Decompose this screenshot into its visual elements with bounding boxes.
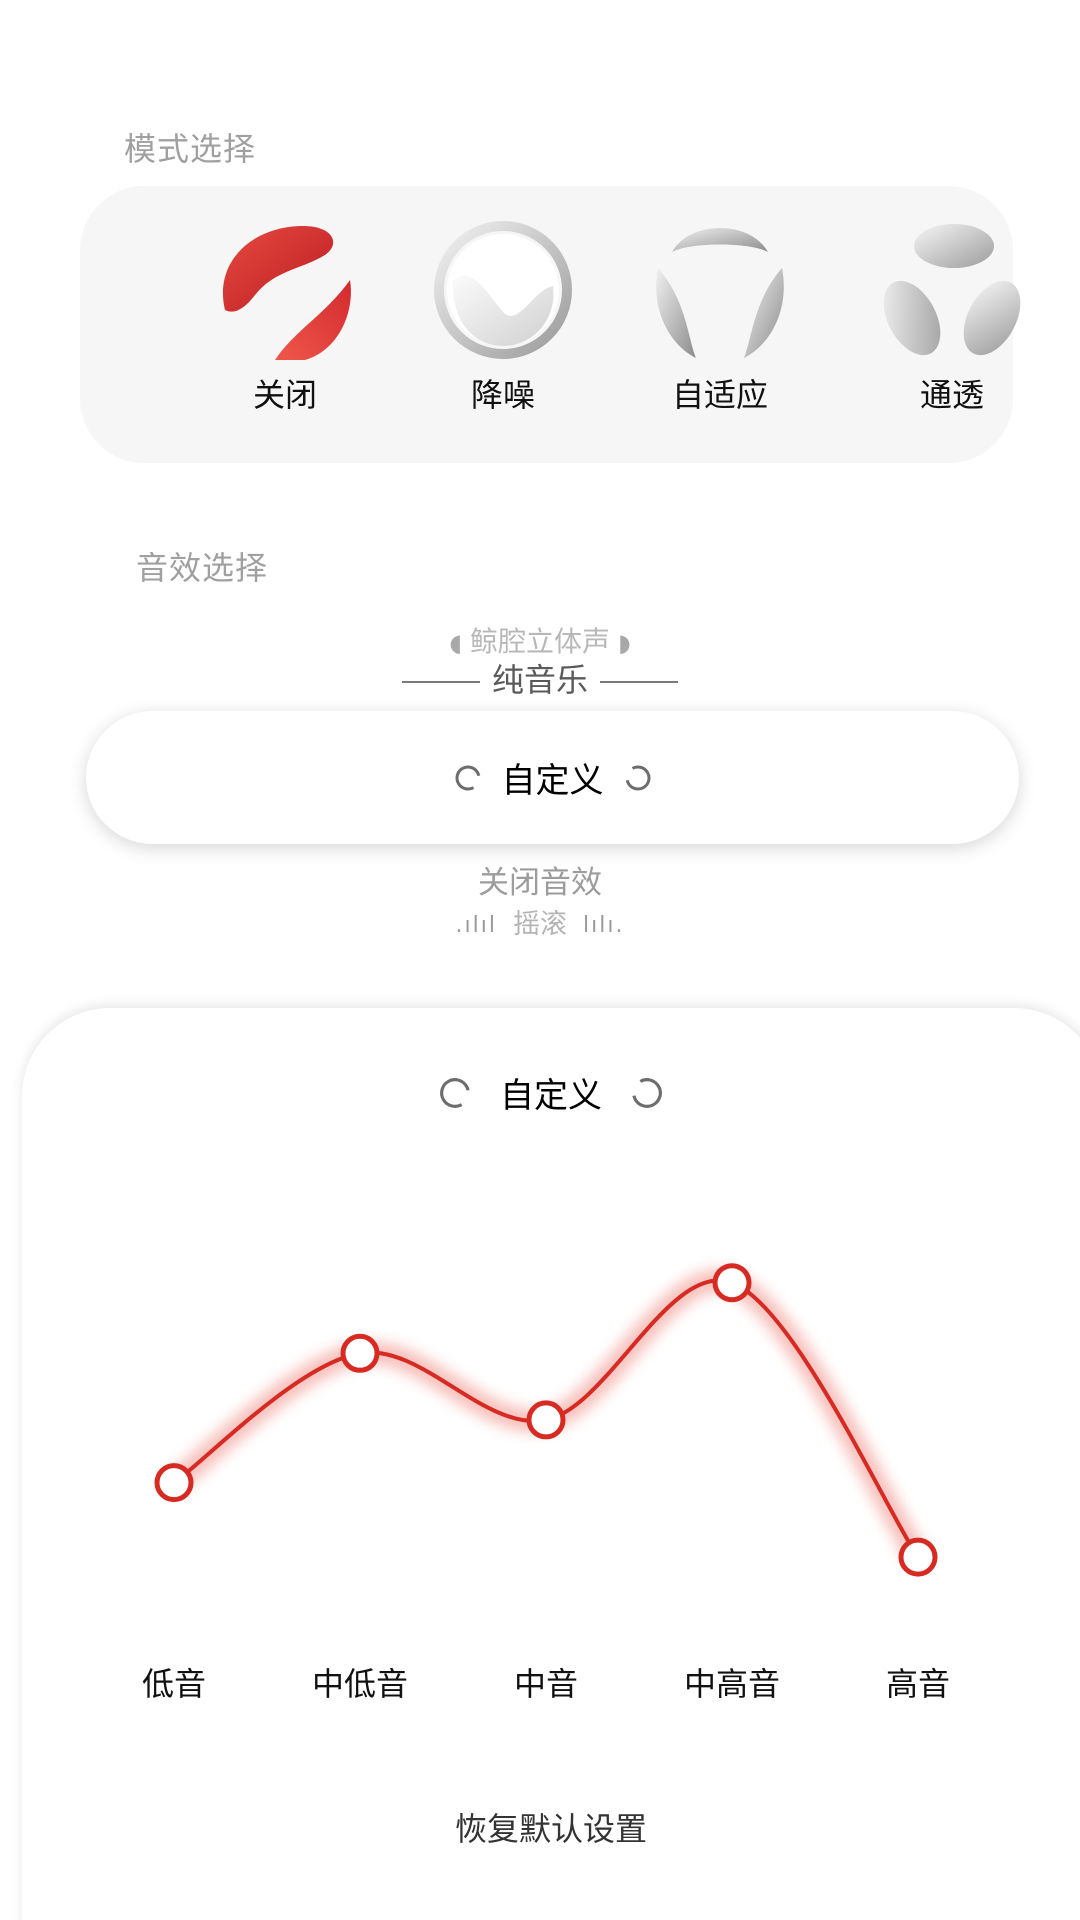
mode-option-noise-cancel[interactable]: 降噪: [413, 220, 593, 430]
eq-knob-4[interactable]: [712, 1263, 752, 1303]
transparent-triad-icon: [883, 224, 1021, 356]
equalizer-chart: [154, 1215, 938, 1617]
eq-knob-1[interactable]: [154, 1463, 194, 1503]
mode-section-title: 模式选择: [124, 130, 257, 168]
left-ring-icon: [455, 765, 480, 790]
right-earbud-icon: ◗: [618, 629, 631, 657]
left-dash-decoration: [401, 681, 480, 683]
effect-option-rock[interactable]: .ılıl 摇滚 lılı.: [0, 902, 1080, 941]
eq-band-label-2: 中低音: [311, 1665, 408, 1703]
effect-option-rock-label: 摇滚: [513, 909, 567, 940]
right-dash-decoration: [600, 681, 678, 683]
mode-label-adaptive: 自适应: [671, 376, 768, 414]
eq-band-label-3: 中音: [513, 1665, 578, 1703]
eq-band-label-4: 中高音: [683, 1665, 780, 1703]
mode-label-transparent: 通透: [919, 376, 984, 414]
noise-cancel-ring-icon: [434, 221, 572, 359]
equalizer-panel: 自定义 低音 中低音 中音 中高音 高音 恢复默认设置: [22, 1008, 1080, 1920]
right-ring-icon: [625, 765, 650, 790]
eq-knob-5[interactable]: [898, 1537, 938, 1577]
left-equalizer-bars-icon: .ılıl: [455, 913, 497, 938]
mode-card: 关闭 降噪 自适应 通透: [80, 186, 1021, 463]
effect-option-custom-selected[interactable]: 自定义: [86, 711, 1019, 844]
adaptive-triad-icon: [656, 228, 784, 358]
effect-option-off-label: 关闭音效: [478, 865, 602, 901]
app-screen: 模式选择 关闭 降噪 自适应 通透 音效选择 ◖ 鲸腔立体声 ◗ 纯音乐 自定义…: [0, 0, 1080, 1920]
effect-option-pure-music[interactable]: 纯音乐: [0, 655, 1080, 701]
effect-option-whale-stereo[interactable]: ◖ 鲸腔立体声 ◗: [0, 620, 1080, 660]
mode-label-off: 关闭: [252, 376, 317, 414]
effect-selected-label: 自定义: [501, 761, 604, 801]
eq-band-label-1: 低音: [141, 1665, 206, 1703]
effect-option-off[interactable]: 关闭音效: [0, 857, 1080, 902]
eq-knob-3[interactable]: [526, 1400, 566, 1440]
eq-band-label-5: 高音: [885, 1665, 950, 1703]
reset-defaults-button[interactable]: 恢复默认设置: [22, 1804, 1080, 1850]
red-petals-icon: [222, 225, 351, 360]
mode-label-noise-cancel: 降噪: [470, 376, 535, 414]
mode-option-transparent[interactable]: 通透: [862, 220, 1042, 430]
left-earbud-icon: ◖: [449, 629, 462, 657]
effect-option-whale-label: 鲸腔立体声: [469, 625, 610, 658]
effect-option-pure-label: 纯音乐: [491, 661, 588, 699]
mode-option-adaptive[interactable]: 自适应: [630, 220, 810, 430]
eq-knob-2[interactable]: [340, 1333, 380, 1373]
effect-section-title: 音效选择: [136, 549, 269, 587]
right-equalizer-bars-icon: lılı.: [583, 913, 625, 938]
mode-option-off[interactable]: 关闭: [195, 220, 375, 430]
